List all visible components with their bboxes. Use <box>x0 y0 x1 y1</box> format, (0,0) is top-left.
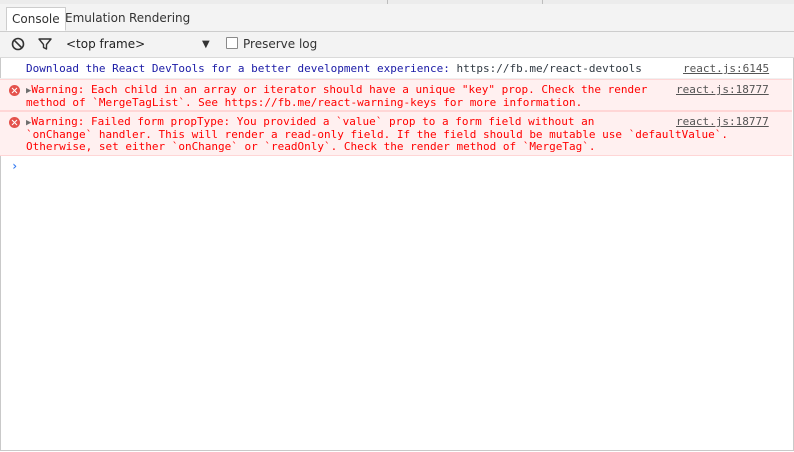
tab-rendering[interactable]: Rendering <box>124 7 195 31</box>
preserve-log-option[interactable]: Preserve log <box>226 37 317 53</box>
message-text[interactable]: ▶Warning: Each child in an array or iter… <box>26 84 647 109</box>
console-messages: Download the React DevTools for a better… <box>0 58 792 178</box>
filter-icon[interactable] <box>37 36 53 52</box>
message-link[interactable]: https://fb.me/react-devtools <box>456 62 641 75</box>
source-link[interactable]: react.js:6145 <box>683 63 769 75</box>
dropdown-arrow-icon: ▼ <box>202 39 210 50</box>
tab-emulation[interactable]: Emulation <box>60 7 131 31</box>
preserve-log-label: Preserve log <box>243 37 318 51</box>
frame-select[interactable]: <top frame> ▼ <box>66 36 216 53</box>
error-icon <box>9 117 20 128</box>
error-icon <box>9 85 20 96</box>
message-text: Download the React DevTools for a better… <box>26 62 642 75</box>
console-message-error: ▶Warning: Failed form propType: You prov… <box>0 111 792 156</box>
source-link[interactable]: react.js:18777 <box>676 116 769 128</box>
console-message-info: Download the React DevTools for a better… <box>0 58 792 79</box>
prompt-chevron-icon: › <box>11 159 19 173</box>
tab-console[interactable]: Console <box>6 7 66 31</box>
console-message-error: ▶Warning: Each child in an array or iter… <box>0 79 792 111</box>
message-text[interactable]: ▶Warning: Failed form propType: You prov… <box>26 116 728 153</box>
console-prompt-row[interactable]: › <box>0 156 792 178</box>
frame-select-value: <top frame> <box>66 37 146 51</box>
drawer-tab-bar: Console Emulation Rendering <box>0 4 794 32</box>
console-toolbar: <top frame> ▼ Preserve log <box>0 32 794 58</box>
source-link[interactable]: react.js:18777 <box>676 84 769 96</box>
clear-console-icon[interactable] <box>10 36 26 52</box>
preserve-log-checkbox[interactable] <box>226 37 238 49</box>
